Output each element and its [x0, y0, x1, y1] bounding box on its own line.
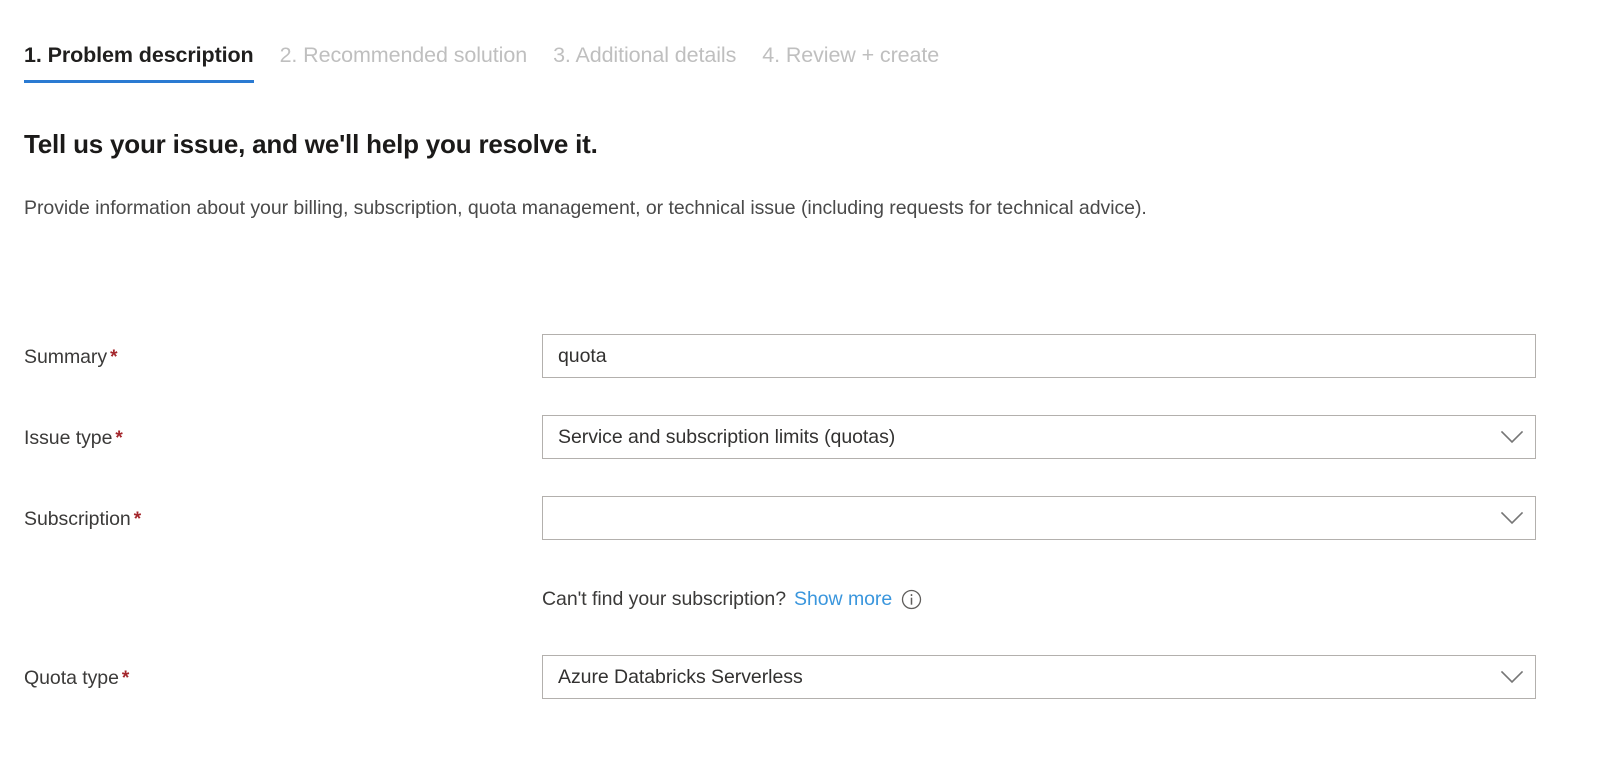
- subscription-dropdown[interactable]: [542, 496, 1536, 540]
- issue-type-label: Issue type*: [24, 425, 123, 452]
- form-row-subscription: Subscription*: [0, 492, 1620, 573]
- issue-type-value: Service and subscription limits (quotas): [558, 424, 1497, 450]
- form-row-quota-type: Quota type* Azure Databricks Serverless: [0, 651, 1620, 732]
- required-asterisk: *: [115, 428, 122, 449]
- summary-label: Summary*: [24, 344, 117, 371]
- summary-value: quota: [558, 343, 1523, 369]
- required-asterisk: *: [122, 668, 129, 689]
- summary-input[interactable]: quota: [542, 334, 1536, 378]
- info-circle-icon[interactable]: [901, 589, 922, 610]
- page-description: Provide information about your billing, …: [24, 192, 1506, 225]
- quota-type-label: Quota type*: [24, 665, 129, 692]
- quota-type-value: Azure Databricks Serverless: [558, 664, 1497, 690]
- tab-recommended-solution[interactable]: 2. Recommended solution: [280, 40, 553, 83]
- subscription-helper: Can't find your subscription? Show more: [542, 585, 922, 613]
- tab-label: 3. Additional details: [553, 43, 736, 67]
- tab-label: 4. Review + create: [762, 43, 939, 67]
- subscription-helper-prompt: Can't find your subscription?: [542, 585, 786, 613]
- tab-label: 1. Problem description: [24, 43, 254, 67]
- form-row-issue-type: Issue type* Service and subscription lim…: [0, 411, 1620, 492]
- issue-type-dropdown[interactable]: Service and subscription limits (quotas): [542, 415, 1536, 459]
- required-asterisk: *: [110, 347, 117, 368]
- subscription-label: Subscription*: [24, 506, 141, 533]
- show-more-link[interactable]: Show more: [794, 585, 892, 613]
- problem-description-form: Summary* quota Issue type* Service and s…: [0, 330, 1620, 732]
- chevron-down-icon: [1497, 503, 1527, 533]
- chevron-down-icon: [1497, 422, 1527, 452]
- form-row-summary: Summary* quota: [0, 330, 1620, 411]
- subscription-value: [558, 505, 1497, 531]
- tab-additional-details[interactable]: 3. Additional details: [553, 40, 762, 83]
- tab-problem-description[interactable]: 1. Problem description: [24, 40, 280, 83]
- page-title: Tell us your issue, and we'll help you r…: [24, 127, 598, 161]
- chevron-down-icon: [1497, 662, 1527, 692]
- required-asterisk: *: [134, 509, 141, 530]
- quota-type-dropdown[interactable]: Azure Databricks Serverless: [542, 655, 1536, 699]
- active-tab-underline: [24, 80, 254, 84]
- tab-label: 2. Recommended solution: [280, 43, 527, 67]
- wizard-tab-strip: 1. Problem description 2. Recommended so…: [24, 40, 965, 83]
- form-row-subscription-helper: Can't find your subscription? Show more: [0, 573, 1620, 651]
- tab-review-create[interactable]: 4. Review + create: [762, 40, 965, 83]
